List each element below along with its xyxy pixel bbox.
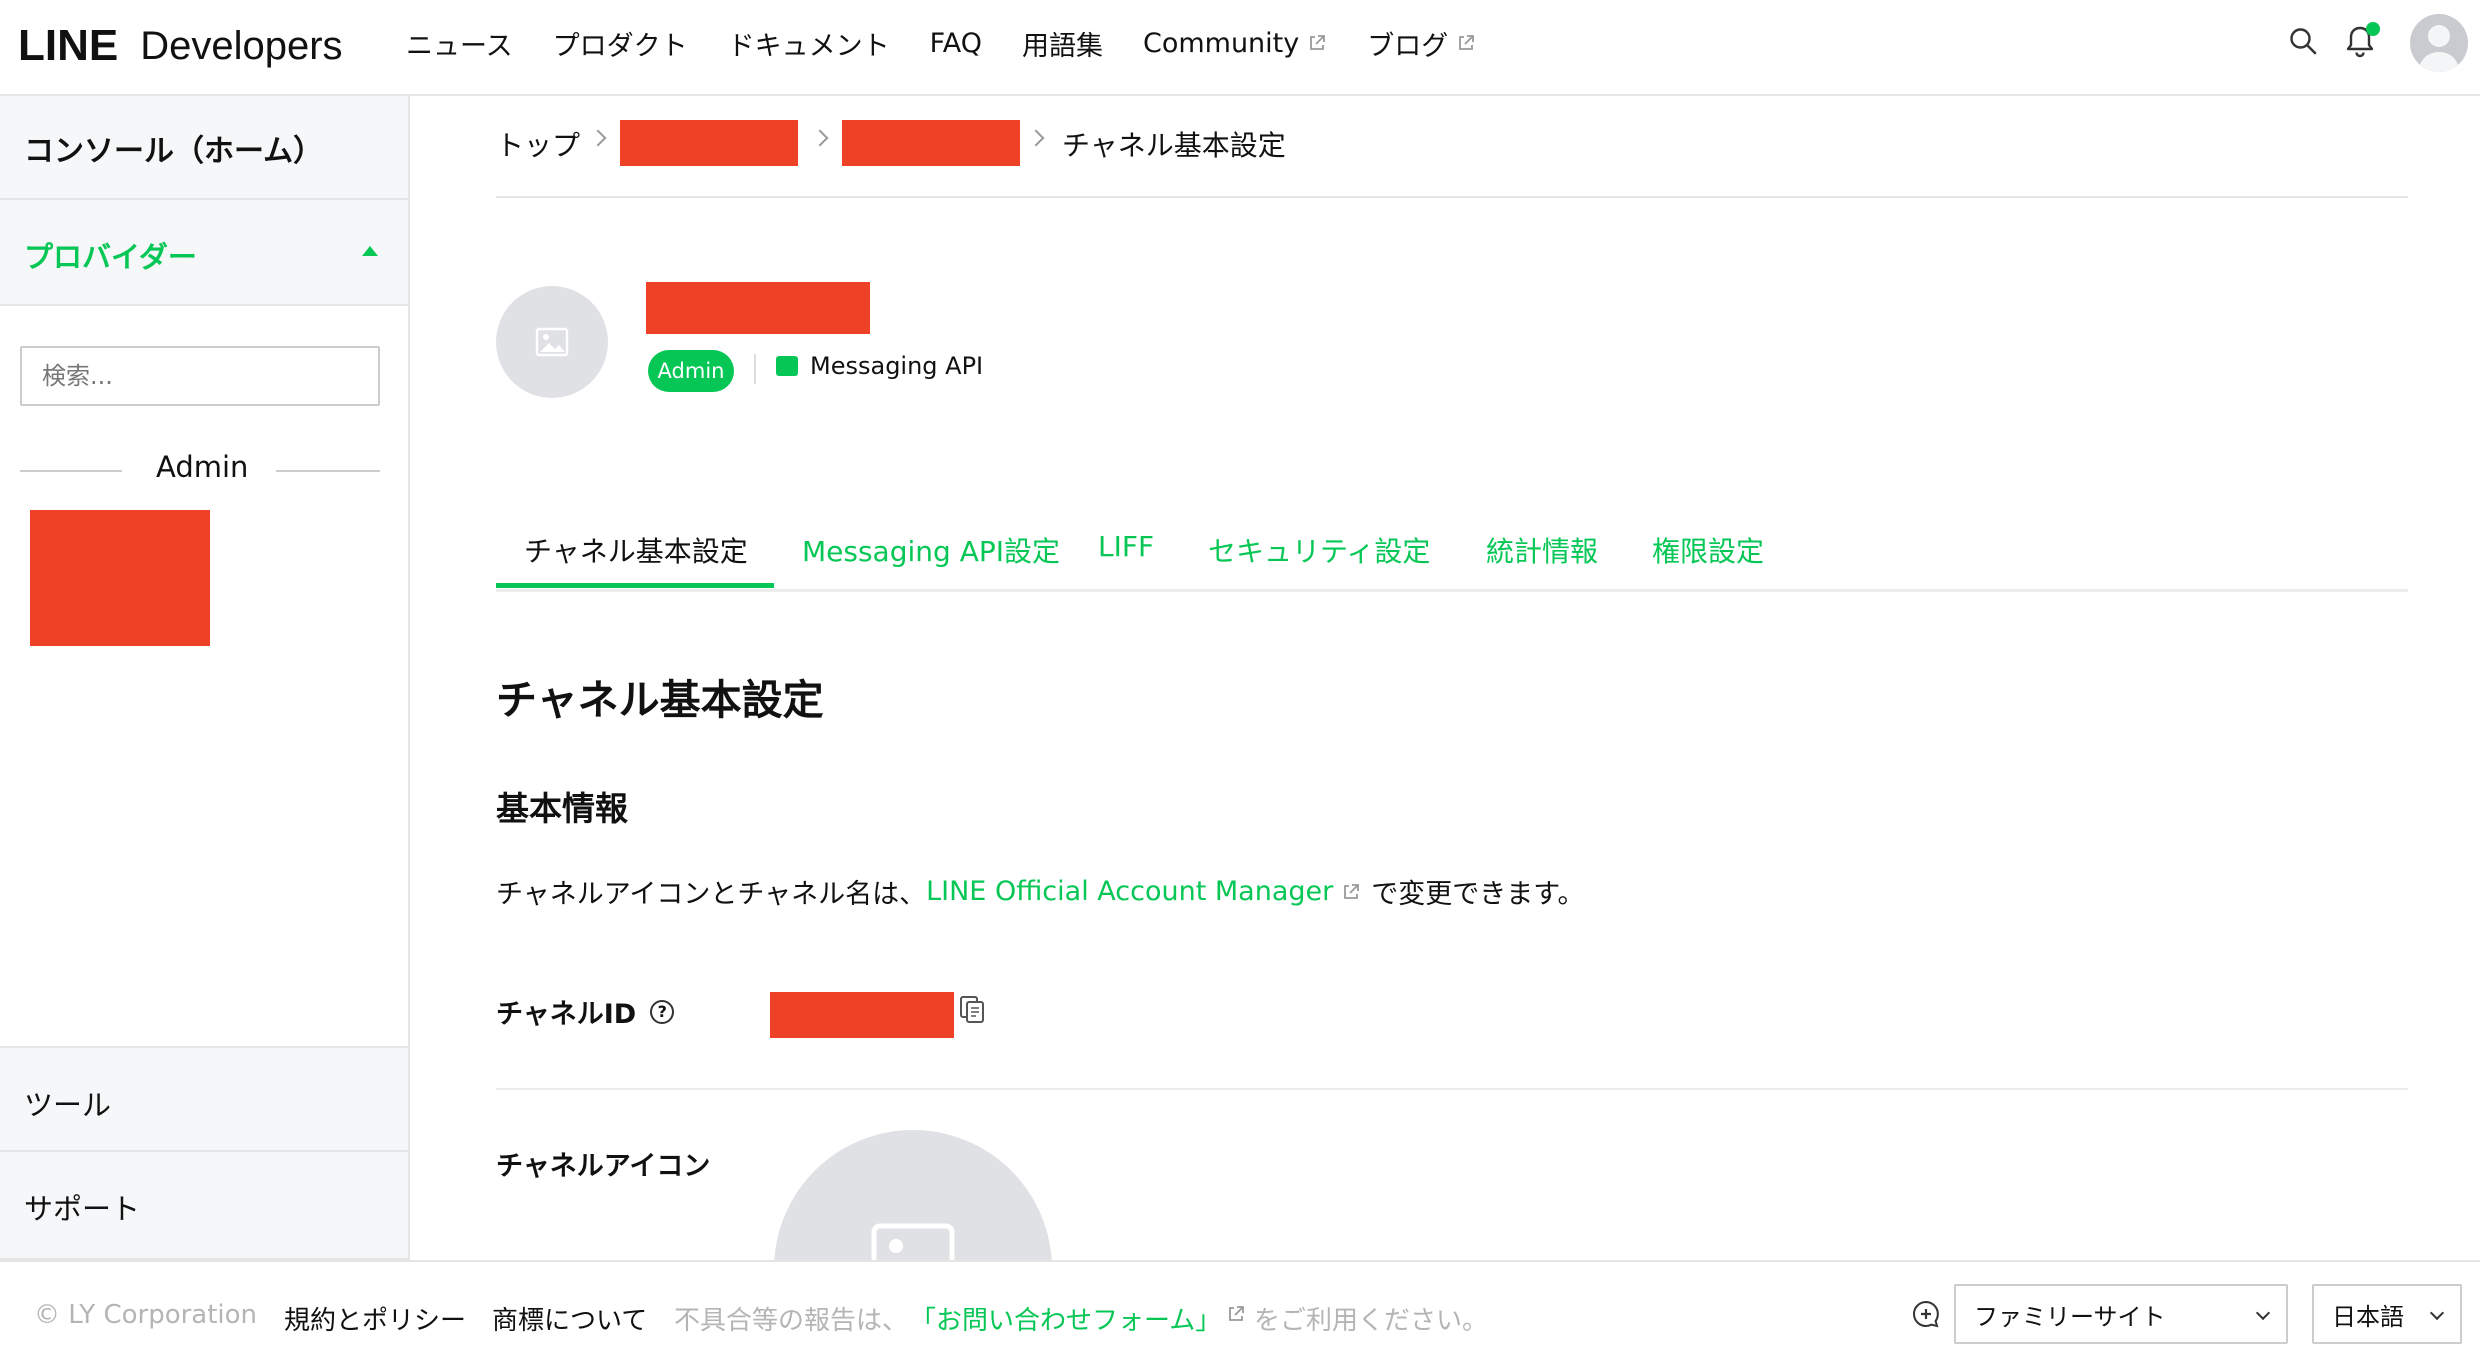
channel-id-label: チャネルID ? (496, 992, 675, 1031)
sidebar-tools[interactable]: ツール (0, 1046, 408, 1152)
sidebar-support-label: サポート (24, 1192, 141, 1226)
tab-permissions[interactable]: 権限設定 (1652, 530, 1764, 570)
top-header: LINE Developers ニュース プロダクト ドキュメント FAQ 用語… (0, 0, 2480, 96)
page-title: チャネル基本設定 (496, 676, 824, 724)
chevron-right-icon (811, 129, 829, 147)
report-text-after: をご利用ください。 (1254, 1306, 1489, 1336)
sidebar-providers-toggle[interactable]: プロバイダー (0, 200, 408, 306)
nav-blog[interactable]: ブログ (1367, 24, 1476, 63)
feedback-icon[interactable] (1912, 1300, 1940, 1328)
settings-tabs: チャネル基本設定 Messaging API設定 LIFF セキュリティ設定 統… (496, 516, 2408, 592)
sidebar-console-home[interactable]: コンソール（ホーム） (0, 96, 408, 200)
tab-liff[interactable]: LIFF (1098, 530, 1154, 563)
notification-bell-icon[interactable] (2344, 22, 2380, 58)
tab-statistics[interactable]: 統計情報 (1486, 530, 1598, 570)
external-link-icon (1229, 1306, 1244, 1321)
language-select[interactable]: 日本語 (2312, 1284, 2462, 1344)
role-divider-label: Admin (156, 450, 249, 484)
nav-faq[interactable]: FAQ (930, 28, 982, 59)
language-label: 日本語 (2332, 1302, 2404, 1331)
nav-community-label: Community (1142, 27, 1300, 59)
logo-line-text: LINE (18, 21, 119, 70)
copy-icon[interactable] (958, 994, 986, 1024)
active-tab-indicator (496, 583, 774, 588)
report-text-before: 不具合等の報告は、 (674, 1306, 909, 1336)
search-icon[interactable] (2288, 26, 2318, 56)
channel-type-label: Messaging API (810, 352, 984, 380)
section-title: 基本情報 (496, 789, 628, 828)
tab-messaging-api-settings[interactable]: Messaging API設定 (802, 530, 1060, 570)
chevron-right-icon (1027, 129, 1045, 147)
sidebar-console-home-label: コンソール（ホーム） (24, 134, 324, 169)
help-icon[interactable]: ? (650, 999, 675, 1024)
logo-developers-text: Developers (140, 23, 343, 68)
family-site-select[interactable]: ファミリーサイト (1954, 1284, 2288, 1344)
row-divider (496, 1088, 2408, 1090)
chevron-down-icon (2429, 1305, 2445, 1321)
description-text-before: チャネルアイコンとチャネル名は、 (496, 879, 927, 910)
sidebar-support[interactable]: サポート (0, 1152, 408, 1260)
caret-up-icon (362, 246, 378, 256)
page-footer: © LY Corporation 規約とポリシー 商標について 不具合等の報告は… (0, 1260, 2480, 1356)
chevron-down-icon (2255, 1305, 2271, 1321)
channel-icon-placeholder (496, 286, 608, 398)
external-link-icon (1459, 35, 1475, 50)
user-avatar[interactable] (2410, 14, 2468, 72)
line-developers-logo[interactable]: LINE Developers (18, 16, 343, 76)
family-site-label: ファミリーサイト (1974, 1302, 2166, 1331)
nav-documents[interactable]: ドキュメント (728, 24, 890, 63)
nav-glossary[interactable]: 用語集 (1022, 24, 1103, 63)
footer-terms-link[interactable]: 規約とポリシー (284, 1300, 466, 1337)
external-link-icon (1344, 883, 1360, 899)
channel-info-description: チャネルアイコンとチャネル名は、 LINE Official Account M… (496, 872, 1585, 911)
chevron-right-icon (589, 129, 607, 147)
image-icon (871, 1223, 955, 1260)
description-text-after: で変更できます。 (1371, 879, 1585, 910)
notification-dot (2366, 22, 2380, 36)
breadcrumb: トップ チャネル基本設定 (496, 96, 2408, 198)
redacted-channel-id (770, 992, 954, 1038)
nav-news[interactable]: ニュース (406, 24, 513, 63)
footer-trademark-link[interactable]: 商標について (492, 1300, 647, 1337)
image-icon (535, 327, 569, 357)
nav-community[interactable]: Community (1143, 28, 1327, 59)
sidebar-providers-label: プロバイダー (24, 240, 197, 274)
channel-icon-label-text: チャネルアイコン (496, 1151, 711, 1182)
avatar-icon (2418, 25, 2460, 72)
badge-separator (754, 354, 756, 384)
official-account-manager-link[interactable]: LINE Official Account Manager (926, 876, 1333, 907)
contact-form-link[interactable]: 「お問い合わせフォーム」 (910, 1300, 1221, 1337)
external-link-icon (1310, 35, 1326, 50)
sidebar: コンソール（ホーム） プロバイダー Admin ツール サポート (0, 96, 410, 1260)
nav-products[interactable]: プロダクト (553, 24, 688, 63)
main-nav: ニュース プロダクト ドキュメント FAQ 用語集 Community ブログ (406, 0, 1516, 86)
redacted-provider-item[interactable] (30, 510, 210, 646)
channel-id-label-text: チャネルID (496, 999, 637, 1030)
messaging-api-icon (776, 356, 798, 376)
channel-icon-large (774, 1130, 1052, 1260)
divider-line (20, 470, 122, 472)
channel-type: Messaging API (776, 352, 983, 380)
role-divider: Admin (20, 448, 380, 488)
main-content: トップ チャネル基本設定 Admin Messaging API チャネル基本設… (496, 96, 2408, 1260)
provider-search-input[interactable] (20, 346, 380, 406)
tab-basic-settings[interactable]: チャネル基本設定 (524, 530, 748, 570)
copyright-text: © LY Corporation (34, 1300, 258, 1330)
channel-icon-label: チャネルアイコン (496, 1144, 710, 1183)
redacted-channel-name (646, 282, 870, 334)
breadcrumb-top[interactable]: トップ (496, 124, 580, 164)
breadcrumb-redacted-channel[interactable] (842, 120, 1020, 166)
tab-security-settings[interactable]: セキュリティ設定 (1208, 530, 1430, 570)
divider-line (276, 470, 380, 472)
admin-role-badge: Admin (648, 350, 734, 392)
breadcrumb-redacted-provider[interactable] (620, 120, 798, 166)
breadcrumb-current: チャネル基本設定 (1062, 129, 1286, 162)
sidebar-tools-label: ツール (24, 1088, 112, 1122)
nav-blog-label: ブログ (1367, 30, 1449, 62)
